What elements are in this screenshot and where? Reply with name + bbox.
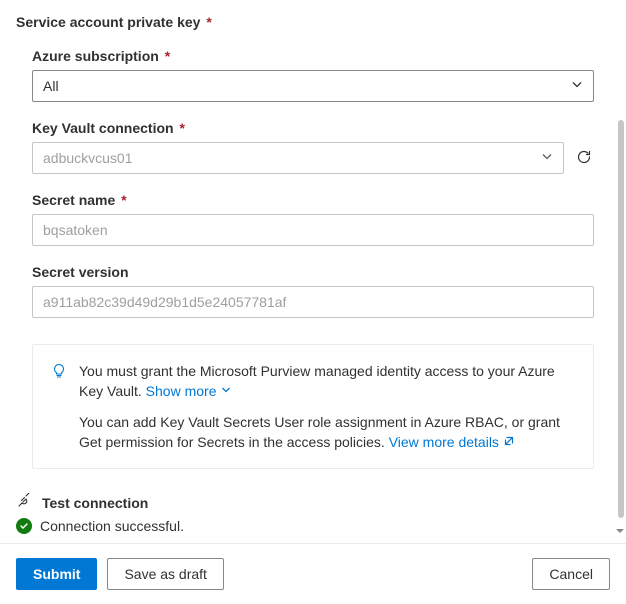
- refresh-button[interactable]: [574, 148, 594, 168]
- section-title-text: Service account private key: [16, 14, 200, 30]
- section-title: Service account private key *: [16, 14, 610, 30]
- plug-icon: [16, 493, 32, 512]
- show-more-text: Show more: [146, 381, 217, 401]
- show-more-link[interactable]: Show more: [146, 381, 233, 401]
- test-connection-row[interactable]: Test connection: [16, 493, 610, 512]
- required-marker: *: [165, 48, 170, 64]
- secret-name-input[interactable]: [32, 214, 594, 246]
- lightbulb-icon: [51, 363, 67, 452]
- azure-subscription-select[interactable]: [32, 70, 594, 102]
- key-vault-connection-select[interactable]: [32, 142, 564, 174]
- required-marker: *: [179, 120, 184, 136]
- footer: Submit Save as draft Cancel: [0, 543, 626, 604]
- external-link-icon: [503, 432, 515, 452]
- chevron-down-icon: [220, 381, 232, 401]
- key-vault-connection-label: Key Vault connection *: [32, 120, 594, 136]
- submit-button[interactable]: Submit: [16, 558, 97, 590]
- secret-name-label: Secret name *: [32, 192, 594, 208]
- azure-subscription-label-text: Azure subscription: [32, 48, 159, 64]
- connection-status-text: Connection successful.: [40, 518, 184, 534]
- secret-version-label: Secret version: [32, 264, 594, 280]
- key-vault-connection-label-text: Key Vault connection: [32, 120, 174, 136]
- cancel-button[interactable]: Cancel: [532, 558, 610, 590]
- secret-name-label-text: Secret name: [32, 192, 115, 208]
- test-connection-label: Test connection: [42, 495, 148, 511]
- info-box: You must grant the Microsoft Purview man…: [32, 344, 594, 469]
- secret-version-input[interactable]: [32, 286, 594, 318]
- view-more-details-link[interactable]: View more details: [389, 432, 515, 452]
- view-more-text: View more details: [389, 432, 499, 452]
- scrollbar[interactable]: [618, 120, 624, 518]
- scroll-down-arrow[interactable]: [614, 524, 626, 540]
- secret-version-label-text: Secret version: [32, 264, 129, 280]
- azure-subscription-label: Azure subscription *: [32, 48, 594, 64]
- required-marker: *: [121, 192, 126, 208]
- refresh-icon: [576, 149, 592, 168]
- save-draft-button[interactable]: Save as draft: [107, 558, 224, 590]
- required-marker: *: [206, 14, 211, 30]
- success-icon: [16, 518, 32, 534]
